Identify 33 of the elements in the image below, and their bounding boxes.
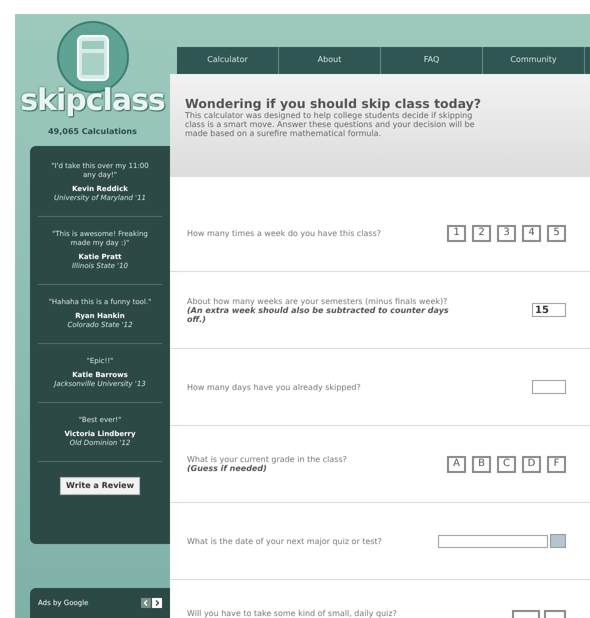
- nav-tab[interactable]: FAQ: [381, 47, 483, 74]
- nav-tab[interactable]: Community: [483, 47, 585, 74]
- intro-title: Wondering if you should skip class today?: [185, 96, 482, 111]
- question-note: (An extra week should also be subtracted to counter days off.): [187, 306, 450, 324]
- intro-text: This calculator was designed to help college students decide if skipping class is a smart move. Answer these questions and your decision will be made based on a surefire mathematical formula.: [185, 110, 474, 138]
- question-text: What is your current grade in the class?: [187, 455, 347, 464]
- number-field[interactable]: 15: [532, 303, 566, 317]
- option-button[interactable]: 2: [472, 224, 491, 242]
- date-field[interactable]: [438, 534, 548, 548]
- nav-tab[interactable]: About: [279, 47, 381, 74]
- number-field[interactable]: [532, 380, 566, 394]
- option-button[interactable]: 3: [497, 224, 516, 242]
- answer-button[interactable]: [544, 610, 566, 618]
- calculation-count: 49,065 Calculations: [48, 126, 137, 138]
- option-button[interactable]: C: [497, 456, 516, 472]
- write-review-button[interactable]: Write a Review: [60, 477, 140, 495]
- option-button[interactable]: D: [522, 456, 541, 472]
- question-text: How many days have you already skipped?: [187, 382, 361, 392]
- answer-button[interactable]: [512, 610, 540, 618]
- question-text: How many times a week do you have this class?: [187, 228, 382, 238]
- option-button[interactable]: 5: [547, 224, 566, 242]
- question-note: (Guess if needed): [187, 464, 268, 473]
- option-button[interactable]: A: [447, 456, 466, 472]
- option-button[interactable]: 1: [447, 224, 466, 242]
- option-button[interactable]: F: [547, 456, 566, 472]
- question-text: Will you have to take some kind of small, daily quiz?: [187, 609, 397, 618]
- nav-tab[interactable]: Calculator: [177, 47, 279, 74]
- next-button[interactable]: [152, 598, 162, 608]
- question-text: About how many weeks are your semesters (minus finals week)?: [187, 296, 448, 306]
- option-button[interactable]: 4: [522, 224, 541, 242]
- question-text: What is the date of your next major quiz or test?: [187, 536, 382, 546]
- logo-text: skipclass: [20, 82, 165, 120]
- option-button[interactable]: B: [472, 456, 491, 472]
